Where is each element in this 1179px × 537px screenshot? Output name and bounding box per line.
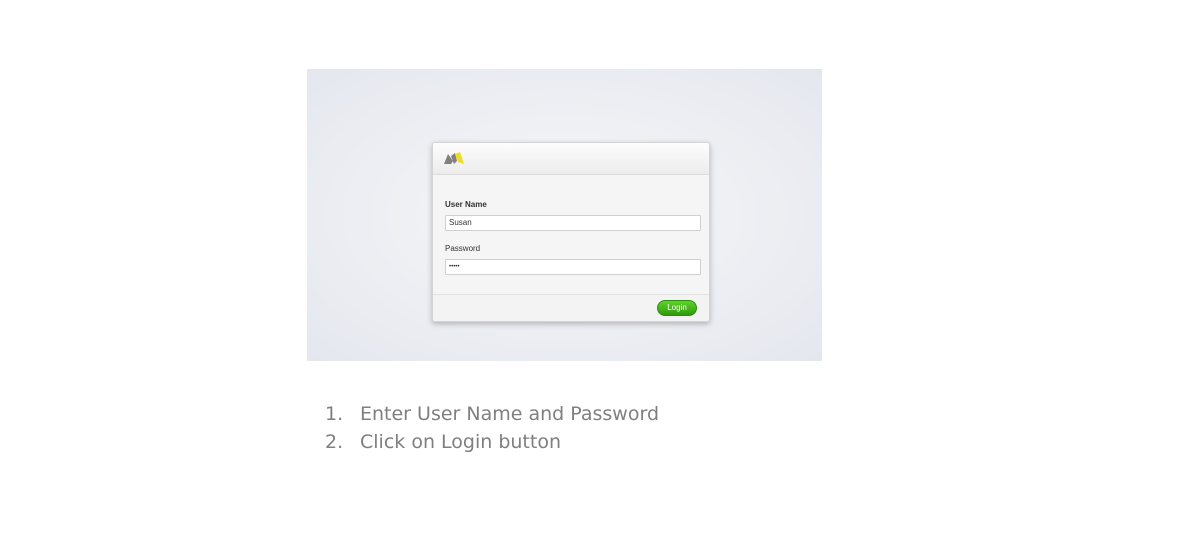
step-number: 1. — [325, 403, 344, 425]
instruction-step: 2. Click on Login button — [325, 428, 659, 456]
password-label: Password — [445, 244, 481, 253]
dialog-footer: Login — [433, 294, 709, 321]
login-button[interactable]: Login — [657, 300, 697, 316]
password-input[interactable]: ••••• — [445, 259, 701, 275]
login-dialog: User Name Susan Password ••••• Login — [432, 142, 710, 322]
username-label: User Name — [445, 200, 487, 209]
step-text: Enter User Name and Password — [360, 403, 660, 425]
instruction-list: 1. Enter User Name and Password 2. Click o… — [325, 400, 659, 456]
instruction-step: 1. Enter User Name and Password — [325, 400, 659, 428]
dialog-header — [433, 143, 709, 175]
brand-logo-icon — [444, 152, 464, 164]
step-text: Click on Login button — [360, 431, 561, 453]
login-screenshot: User Name Susan Password ••••• Login — [307, 69, 822, 361]
username-input[interactable]: Susan — [445, 215, 701, 231]
step-number: 2. — [325, 431, 344, 453]
